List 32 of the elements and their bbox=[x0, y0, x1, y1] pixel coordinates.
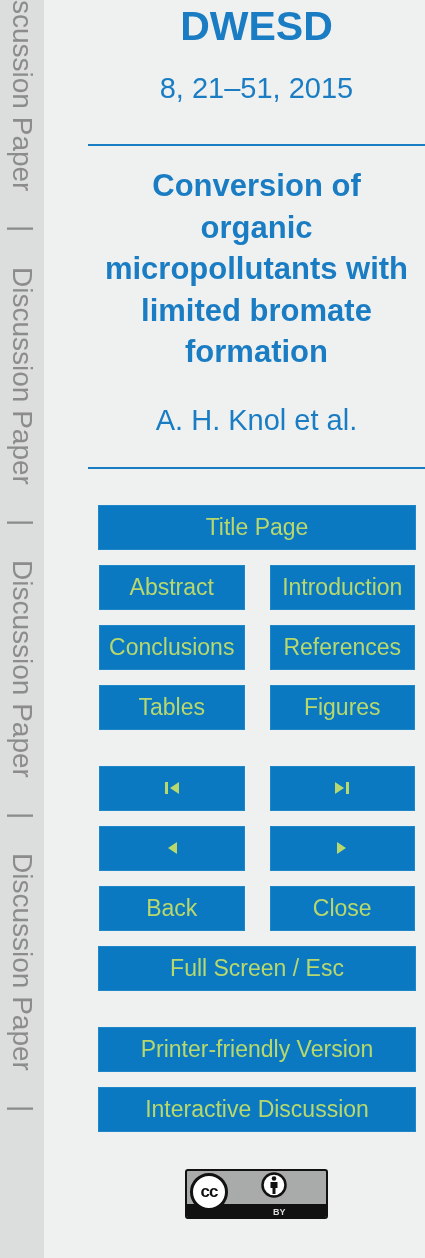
nav-button[interactable] bbox=[269, 825, 415, 871]
authors: A. H. Knol et al. bbox=[154, 402, 359, 437]
nav-button[interactable]: Close bbox=[269, 885, 415, 931]
strip-label: Discussion Paper bbox=[8, 266, 36, 485]
nav-button[interactable]: Figures bbox=[269, 684, 415, 730]
nav-button[interactable] bbox=[269, 765, 415, 811]
strip-label: Discussion Paper bbox=[8, 853, 36, 1071]
nav-button[interactable] bbox=[99, 765, 245, 811]
nav-button[interactable]: Conclusions bbox=[99, 624, 245, 670]
nav-button[interactable]: Tables bbox=[99, 684, 245, 730]
nav-button[interactable]: Title Page bbox=[98, 504, 416, 550]
citation: 8, 21–51, 2015 bbox=[158, 71, 355, 105]
nav-button[interactable]: Back bbox=[99, 885, 245, 931]
nav-button[interactable]: Printer-friendly Version bbox=[98, 1026, 416, 1072]
strip-label: Discussion Paper bbox=[8, 559, 36, 778]
separator-mark: | bbox=[8, 518, 36, 526]
journal-title: DWESD bbox=[179, 3, 334, 49]
nav-button[interactable]: Abstract bbox=[99, 564, 245, 610]
nav-button[interactable]: Interactive Discussion bbox=[98, 1086, 416, 1132]
nav-button[interactable] bbox=[99, 825, 245, 871]
separator-mark: | bbox=[8, 1104, 36, 1113]
paper-title: Conversion of organic micropollutants with limited bromate formation bbox=[103, 167, 410, 371]
nav-button[interactable]: Full Screen / Esc bbox=[98, 945, 416, 991]
strip-label: scussion Paper bbox=[8, 0, 36, 192]
skip-back-icon bbox=[164, 781, 179, 795]
person-icon bbox=[261, 1171, 287, 1198]
skip-forward-icon bbox=[335, 781, 350, 795]
separator-mark: | bbox=[8, 811, 36, 820]
separator-mark: | bbox=[8, 225, 36, 233]
nav-button[interactable]: Introduction bbox=[269, 564, 415, 610]
nav-button[interactable]: References bbox=[269, 624, 415, 670]
license-label: BY bbox=[273, 1205, 286, 1219]
